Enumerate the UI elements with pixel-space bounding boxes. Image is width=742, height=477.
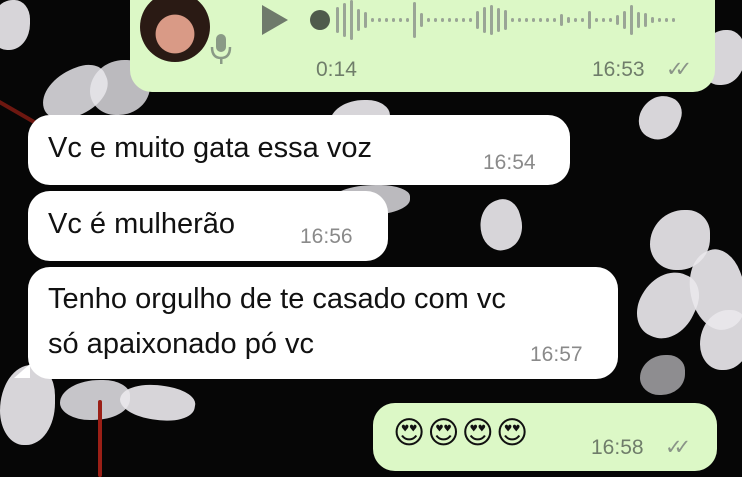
waveform-bar (511, 18, 514, 22)
waveform-bar (581, 18, 584, 22)
double-check-icon: ✓✓ (666, 58, 692, 81)
waveform-bar (539, 18, 542, 22)
message-time: 16:58 (591, 436, 644, 459)
waveform-bar (385, 18, 388, 22)
waveform-bar (476, 11, 479, 29)
message-time: 16:56 (300, 225, 353, 248)
emoji-text: 😍😍😍😍 (393, 415, 531, 451)
waveform-bar (392, 18, 395, 22)
waveform-bar (504, 10, 507, 30)
voice-message-time: 16:53 (592, 58, 645, 81)
waveform-bar (658, 18, 661, 22)
waveform-bar (623, 11, 626, 29)
waveform-bar (455, 18, 458, 22)
play-icon[interactable] (260, 3, 290, 37)
waveform-bar (574, 18, 577, 22)
waveform-bar (378, 18, 381, 22)
voice-message-bubble: 0:14 16:53 ✓✓ (130, 0, 715, 92)
waveform-bar (595, 18, 598, 22)
waveform-bar (350, 0, 353, 40)
double-check-icon: ✓✓ (665, 436, 691, 459)
waveform-bar (427, 18, 430, 22)
waveform-bar (546, 18, 549, 22)
waveform-bar (371, 18, 374, 22)
incoming-message[interactable]: Vc e muito gata essa voz 16:54 (28, 115, 570, 185)
message-time: 16:54 (483, 151, 536, 174)
waveform-bar (441, 18, 444, 22)
waveform-bar (343, 3, 346, 37)
message-time: 16:57 (530, 343, 583, 366)
message-text: Vc é mulherão (48, 208, 235, 240)
message-text-line-2: só apaixonado pó vc (48, 328, 315, 360)
waveform-bar (490, 5, 493, 35)
waveform-bar (518, 18, 521, 22)
waveform-bar (602, 18, 605, 22)
waveform-bar (448, 18, 451, 22)
contact-avatar[interactable] (140, 0, 210, 62)
microphone-icon (210, 34, 232, 64)
waveform-bar (336, 7, 339, 33)
waveform-bar (483, 7, 486, 33)
bubble-tail (14, 364, 30, 378)
waveform-bar (588, 11, 591, 29)
waveform-bar (357, 9, 360, 31)
playback-position-dot[interactable] (310, 10, 330, 30)
voice-duration: 0:14 (316, 58, 357, 81)
message-text: Vc e muito gata essa voz (48, 132, 372, 164)
waveform-bar (630, 5, 633, 35)
waveform-bar (364, 12, 367, 28)
waveform-bar (616, 15, 619, 25)
waveform-bar (532, 18, 535, 22)
message-text-line-1: Tenho orgulho de te casado com vc (48, 283, 506, 315)
waveform-bar (560, 14, 563, 26)
waveform-bar (665, 18, 668, 22)
waveform-bar (497, 8, 500, 32)
waveform-bar (413, 2, 416, 38)
waveform-bar (420, 13, 423, 27)
waveform-bar (567, 17, 570, 23)
waveform-bar (672, 18, 675, 22)
waveform-bar (525, 18, 528, 22)
outgoing-message[interactable]: 😍😍😍😍 16:58 ✓✓ (373, 403, 717, 471)
waveform-bar (553, 18, 556, 22)
waveform-bar (406, 18, 409, 22)
incoming-message[interactable]: Vc é mulherão 16:56 (28, 191, 388, 261)
waveform-bar (651, 17, 654, 23)
waveform-bar (609, 18, 612, 22)
waveform-bar (469, 18, 472, 22)
waveform-bar (399, 18, 402, 22)
incoming-message[interactable]: Tenho orgulho de te casado com vc só apa… (28, 267, 618, 379)
audio-waveform[interactable] (310, 0, 685, 50)
waveform-bar (462, 18, 465, 22)
waveform-bar (644, 13, 647, 27)
waveform-bar (637, 12, 640, 28)
waveform-bar (434, 18, 437, 22)
